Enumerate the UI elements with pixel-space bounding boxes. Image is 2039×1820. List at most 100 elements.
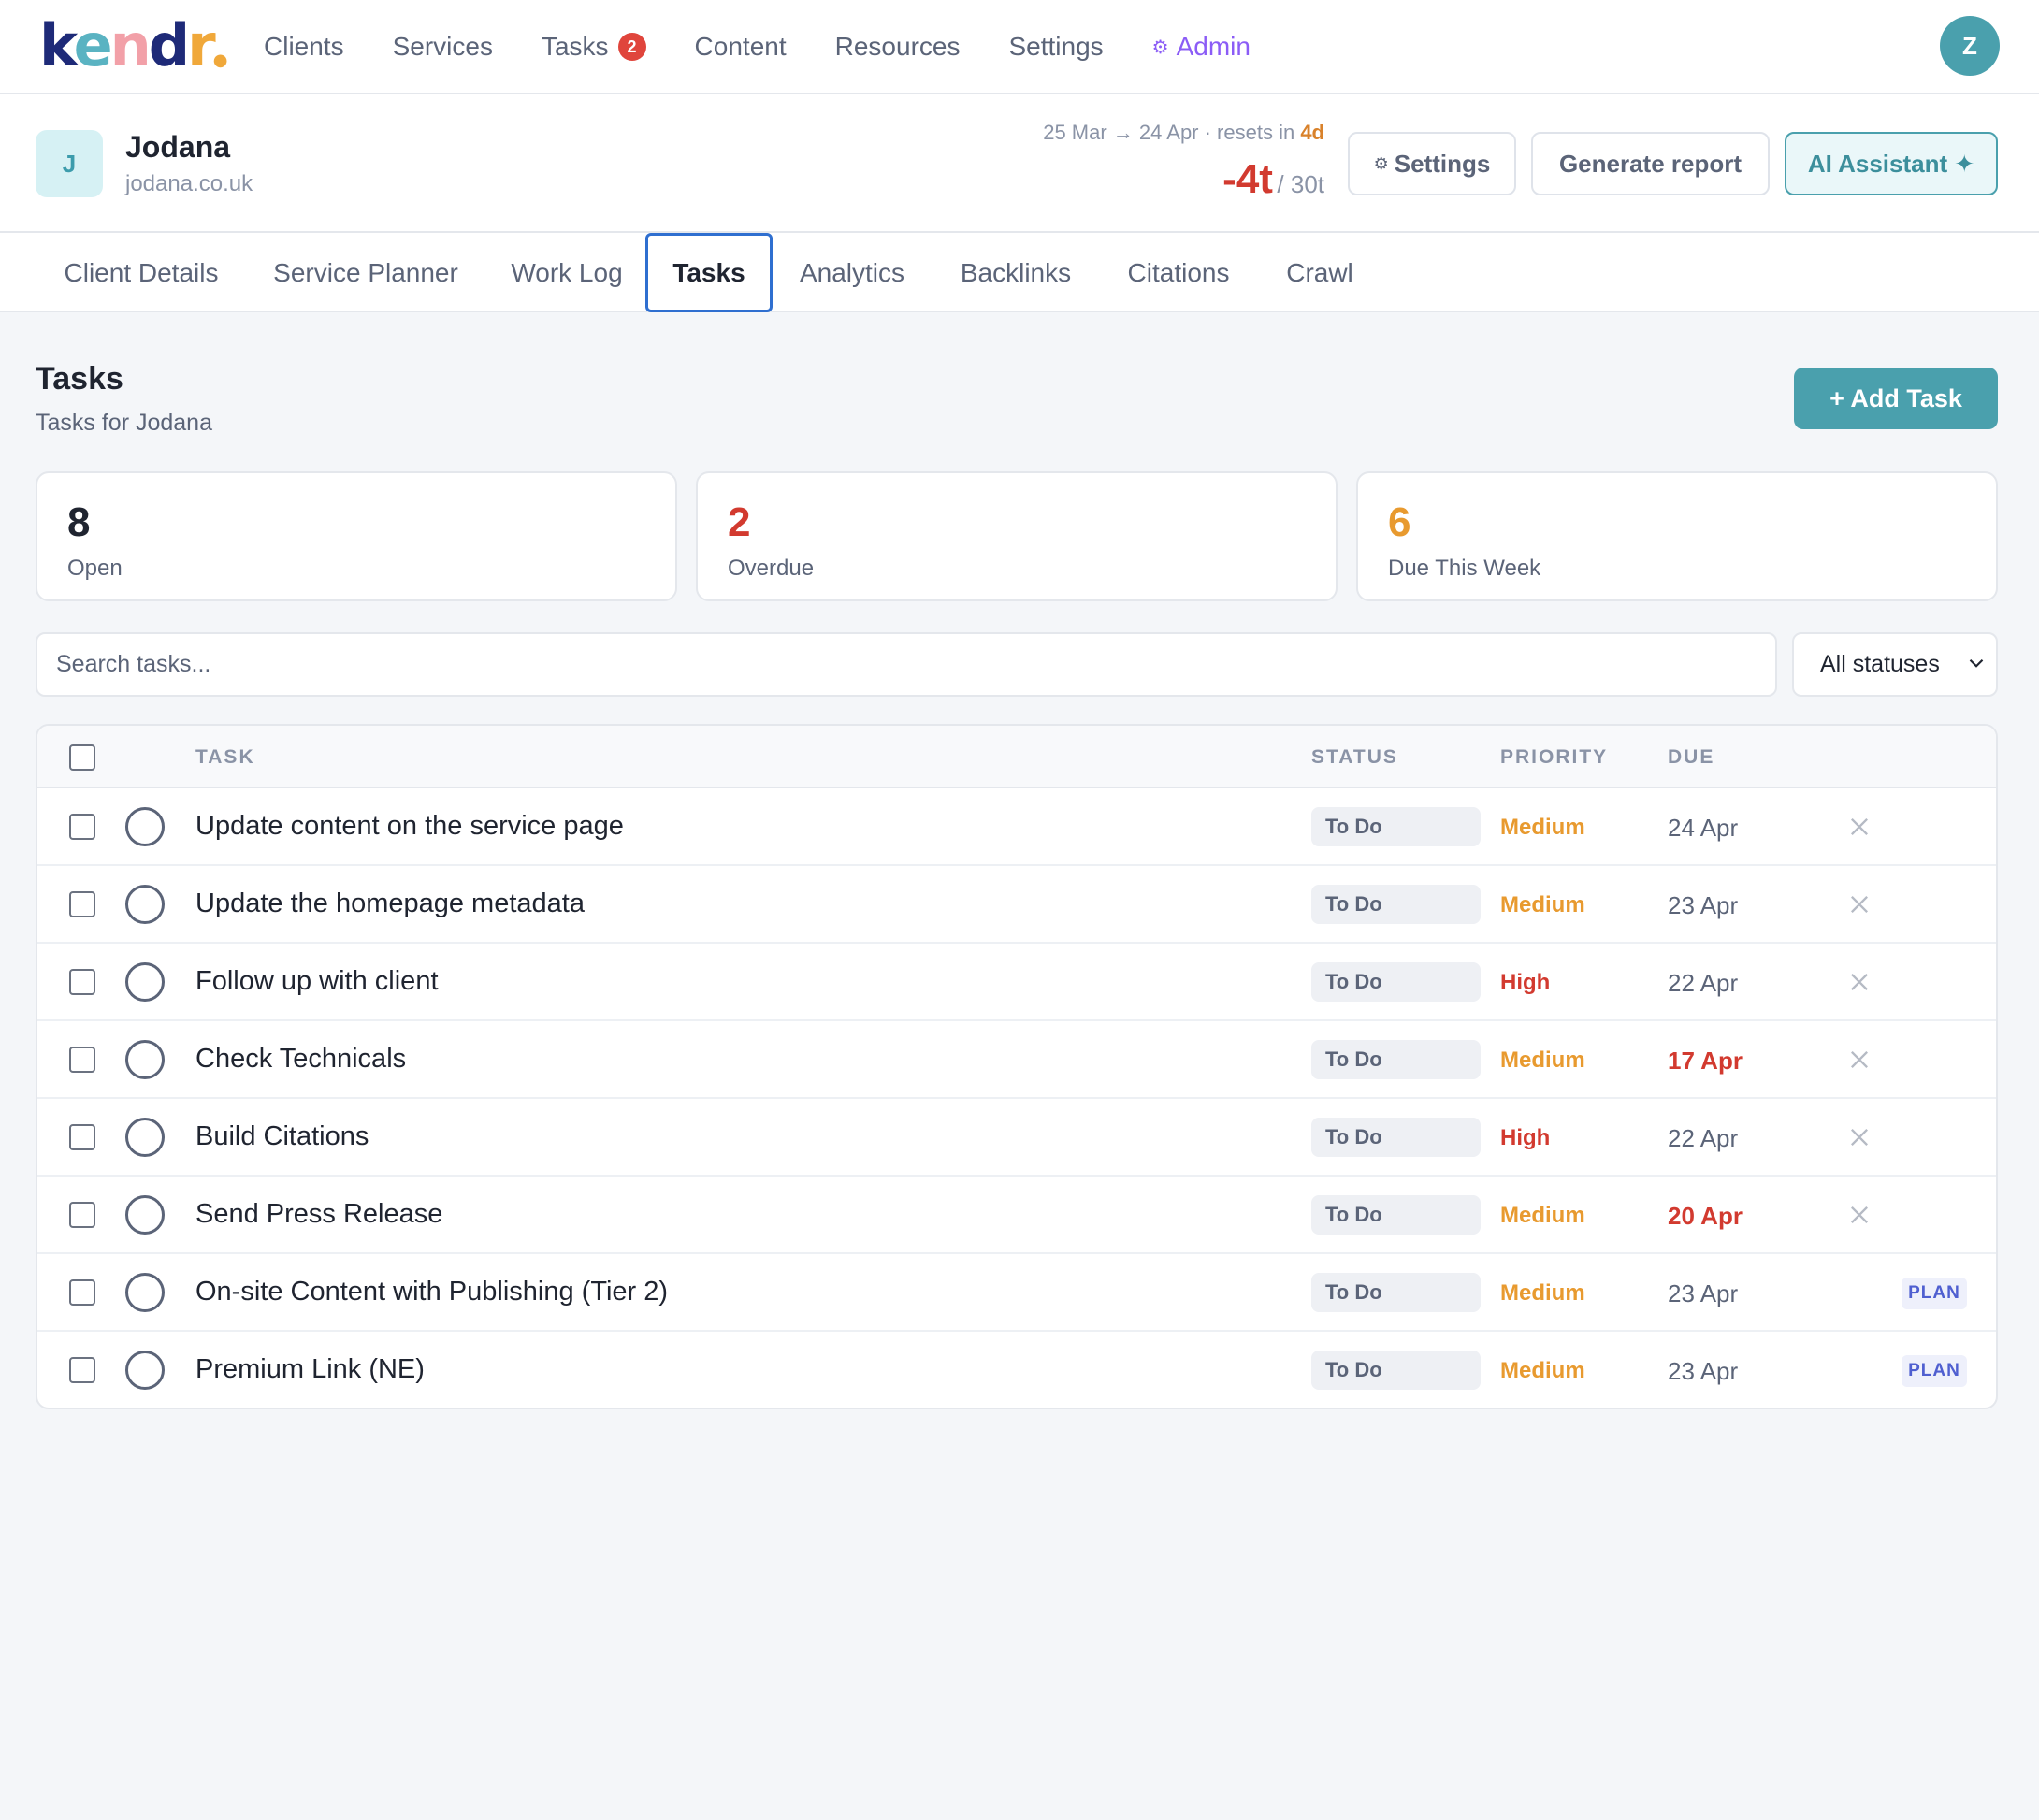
priority-label: High	[1500, 970, 1551, 995]
close-icon[interactable]	[1846, 814, 1873, 840]
tab-client-details[interactable]: Client Details	[43, 233, 239, 312]
tab-tasks[interactable]: Tasks	[645, 233, 773, 312]
logo-letter: k	[39, 11, 77, 79]
status-pill[interactable]: To Do	[1311, 1040, 1481, 1079]
priority-label: Medium	[1500, 1203, 1585, 1228]
row-checkbox[interactable]	[69, 1047, 95, 1073]
status-filter-value: All statuses	[1820, 651, 1940, 677]
priority-label: Medium	[1500, 1047, 1585, 1073]
complete-task-circle[interactable]	[125, 1351, 165, 1390]
close-icon[interactable]	[1846, 1202, 1873, 1228]
row-checkbox[interactable]	[69, 891, 95, 917]
task-name[interactable]: On-site Content with Publishing (Tier 2)	[195, 1277, 668, 1307]
gear-icon: ⚙	[1373, 153, 1389, 173]
task-name[interactable]: Build Citations	[195, 1121, 369, 1152]
complete-task-circle[interactable]	[125, 1195, 165, 1235]
task-name[interactable]: Update the homepage metadata	[195, 888, 585, 919]
nav-admin[interactable]: ⚙ Admin	[1152, 32, 1251, 62]
nav-label: Tasks	[541, 32, 609, 61]
ai-assistant-button[interactable]: AI Assistant ✦	[1785, 132, 1998, 195]
nav-clients[interactable]: Clients	[264, 32, 344, 62]
table-row[interactable]: On-site Content with Publishing (Tier 2)…	[37, 1254, 1996, 1332]
logo-letter: e	[73, 11, 113, 79]
complete-task-circle[interactable]	[125, 1040, 165, 1079]
user-avatar[interactable]: Z	[1940, 16, 2000, 76]
tab-citations[interactable]: Citations	[1111, 233, 1246, 312]
close-icon[interactable]	[1846, 1124, 1873, 1150]
complete-task-circle[interactable]	[125, 807, 165, 846]
status-pill[interactable]: To Do	[1311, 807, 1481, 846]
complete-task-circle[interactable]	[125, 1273, 165, 1312]
logo-letter: r	[187, 11, 216, 79]
generate-report-button[interactable]: Generate report	[1531, 132, 1770, 195]
table-row[interactable]: Follow up with client To Do High 22 Apr	[37, 944, 1996, 1021]
nav-resources[interactable]: Resources	[835, 32, 961, 62]
row-checkbox[interactable]	[69, 969, 95, 995]
nav-label: Services	[392, 32, 493, 61]
complete-task-circle[interactable]	[125, 885, 165, 924]
status-pill[interactable]: To Do	[1311, 1351, 1481, 1390]
row-checkbox[interactable]	[69, 1279, 95, 1306]
row-checkbox[interactable]	[69, 814, 95, 840]
tab-crawl[interactable]: Crawl	[1272, 233, 1367, 312]
tab-analytics[interactable]: Analytics	[784, 233, 920, 312]
nav-services[interactable]: Services	[393, 32, 493, 62]
close-icon[interactable]	[1846, 1047, 1873, 1073]
complete-task-circle[interactable]	[125, 962, 165, 1002]
kendr-logo[interactable]: kendr●	[39, 13, 227, 94]
priority-label: Medium	[1500, 892, 1585, 917]
client-settings-button[interactable]: ⚙ Settings	[1348, 132, 1516, 195]
status-pill[interactable]: To Do	[1311, 1195, 1481, 1235]
close-icon[interactable]	[1846, 891, 1873, 917]
stat-value: 6	[1388, 499, 1411, 545]
table-row[interactable]: Premium Link (NE) To Do Medium 23 Apr PLAN	[37, 1332, 1996, 1408]
column-header-priority: PRIORITY	[1500, 746, 1609, 768]
status-filter-select[interactable]: All statuses	[1792, 632, 1998, 697]
status-pill[interactable]: To Do	[1311, 885, 1481, 924]
row-checkbox[interactable]	[69, 1124, 95, 1150]
table-row[interactable]: Check Technicals To Do Medium 17 Apr	[37, 1021, 1996, 1099]
add-task-button[interactable]: + Add Task	[1794, 368, 1998, 429]
reset-countdown: 4d	[1300, 121, 1324, 144]
row-checkbox[interactable]	[69, 1357, 95, 1383]
due-date: 22 Apr	[1668, 1124, 1739, 1152]
task-name[interactable]: Premium Link (NE)	[195, 1354, 425, 1385]
task-name[interactable]: Follow up with client	[195, 966, 439, 997]
tab-work-log[interactable]: Work Log	[492, 233, 642, 312]
due-date: 23 Apr	[1668, 1357, 1739, 1385]
column-header-task: TASK	[195, 746, 255, 768]
complete-task-circle[interactable]	[125, 1118, 165, 1157]
due-date: 17 Apr	[1668, 1047, 1743, 1075]
task-name[interactable]: Send Press Release	[195, 1199, 442, 1230]
table-row[interactable]: Update content on the service page To Do M…	[37, 788, 1996, 866]
nav-content[interactable]: Content	[695, 32, 787, 62]
tab-service-planner[interactable]: Service Planner	[260, 233, 471, 312]
tasks-count-badge: 2	[617, 33, 646, 61]
search-input[interactable]	[36, 632, 1777, 697]
top-nav: kendr● Clients Services Tasks 2 Content R…	[0, 0, 2039, 94]
status-pill[interactable]: To Do	[1311, 962, 1481, 1002]
period-range: 25 Mar → 24 Apr · resets in	[1043, 121, 1301, 144]
row-checkbox[interactable]	[69, 1202, 95, 1228]
tab-backlinks[interactable]: Backlinks	[947, 233, 1085, 312]
nav-tasks[interactable]: Tasks 2	[542, 32, 646, 62]
client-header: J Jodana jodana.co.uk 25 Mar → 24 Apr · …	[0, 94, 2039, 233]
credits-used: -4t	[1222, 156, 1273, 202]
table-row[interactable]: Update the homepage metadata To Do Medium 2…	[37, 866, 1996, 944]
status-pill[interactable]: To Do	[1311, 1273, 1481, 1312]
tasks-table: TASK STATUS PRIORITY DUE Update content …	[36, 724, 1998, 1409]
due-date: 20 Apr	[1668, 1202, 1743, 1230]
table-row[interactable]: Send Press Release To Do Medium 20 Apr	[37, 1177, 1996, 1254]
task-name[interactable]: Update content on the service page	[195, 811, 624, 842]
nav-settings[interactable]: Settings	[1008, 32, 1103, 62]
logo-letter: n	[109, 11, 152, 79]
table-row[interactable]: Build Citations To Do High 22 Apr	[37, 1099, 1996, 1177]
nav-links: Clients Services Tasks 2 Content Resource…	[264, 0, 1299, 94]
select-all-checkbox[interactable]	[69, 744, 95, 771]
task-name[interactable]: Check Technicals	[195, 1044, 406, 1075]
nav-label: Settings	[1008, 32, 1104, 61]
page-title: Tasks	[36, 361, 123, 397]
close-icon[interactable]	[1846, 969, 1873, 995]
nav-label: Content	[694, 32, 787, 61]
status-pill[interactable]: To Do	[1311, 1118, 1481, 1157]
